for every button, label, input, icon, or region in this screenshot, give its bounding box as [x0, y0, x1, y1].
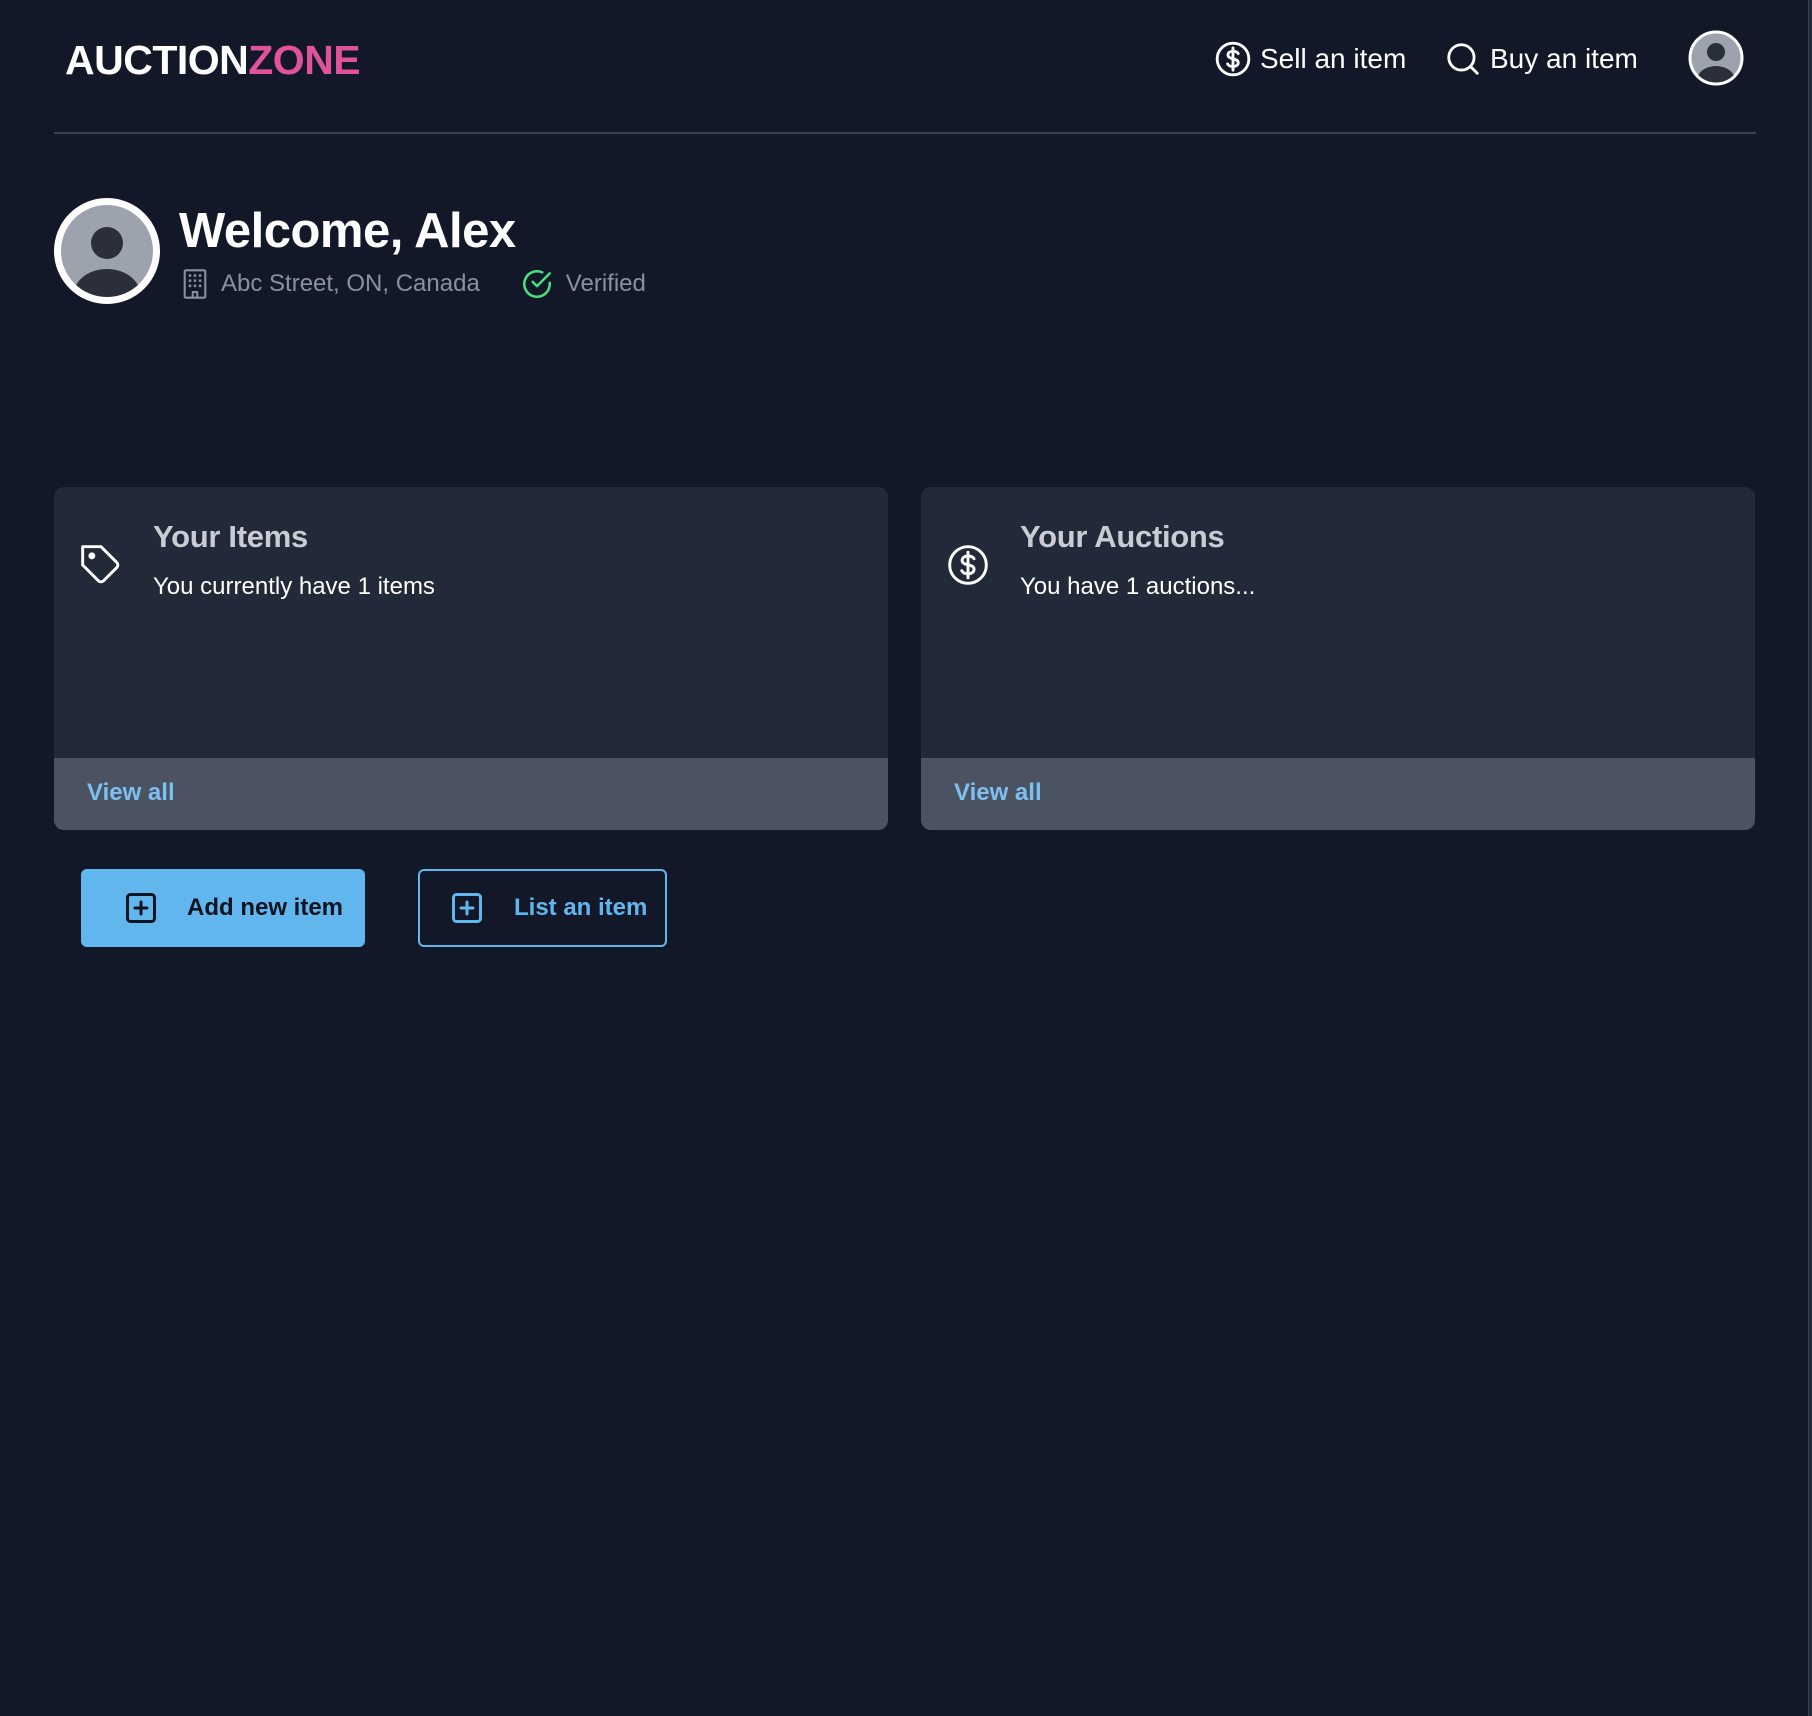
dollar-circle-icon: [948, 545, 988, 585]
check-circle-icon: [522, 269, 551, 299]
profile-avatar: [54, 198, 160, 304]
view-all-auctions-link[interactable]: View all: [954, 778, 1042, 808]
top-navbar: AUCTIONZONE Sell an item Buy an item: [54, 0, 1756, 134]
card-footer: View all: [921, 758, 1755, 830]
logo-text-zone: ZONE: [248, 37, 361, 83]
add-new-item-label: Add new item: [187, 894, 344, 921]
add-new-item-button[interactable]: Add new item: [81, 869, 365, 947]
verified-status: Verified: [520, 267, 646, 301]
card-footer: View all: [54, 758, 888, 830]
card-description: You currently have 1 items: [153, 573, 435, 600]
card-title: Your Auctions: [1020, 519, 1225, 554]
verified-label: Verified: [565, 270, 646, 297]
address-text: Abc Street, ON, Canada: [221, 270, 480, 297]
card-title: Your Items: [153, 519, 308, 554]
tag-icon: [81, 545, 120, 584]
building-icon: [183, 269, 207, 299]
dollar-circle-icon: [1215, 41, 1251, 77]
brand-logo[interactable]: AUCTIONZONE: [65, 36, 361, 84]
card-description: You have 1 auctions...: [1020, 573, 1256, 600]
list-an-item-label: List an item: [514, 894, 648, 921]
nav-sell-label: Sell an item: [1260, 43, 1407, 74]
plus-square-icon: [452, 893, 482, 923]
profile-meta: Abc Street, ON, Canada Verified: [181, 266, 646, 302]
nav-sell-link[interactable]: Sell an item: [1214, 37, 1406, 81]
page-title: Welcome, Alex: [179, 204, 516, 258]
user-avatar-icon[interactable]: [1688, 30, 1744, 86]
list-an-item-button[interactable]: List an item: [418, 869, 667, 947]
view-all-items-link[interactable]: View all: [87, 778, 175, 808]
nav-buy-link[interactable]: Buy an item: [1444, 37, 1638, 81]
nav-buy-label: Buy an item: [1490, 43, 1638, 74]
address-info: Abc Street, ON, Canada: [181, 268, 480, 300]
plus-square-icon: [126, 893, 156, 923]
your-auctions-card: Your Auctions You have 1 auctions... Vie…: [921, 487, 1755, 830]
logo-text-auction: AUCTION: [65, 37, 249, 83]
your-items-card: Your Items You currently have 1 items Vi…: [54, 487, 888, 830]
search-icon: [1447, 43, 1479, 75]
